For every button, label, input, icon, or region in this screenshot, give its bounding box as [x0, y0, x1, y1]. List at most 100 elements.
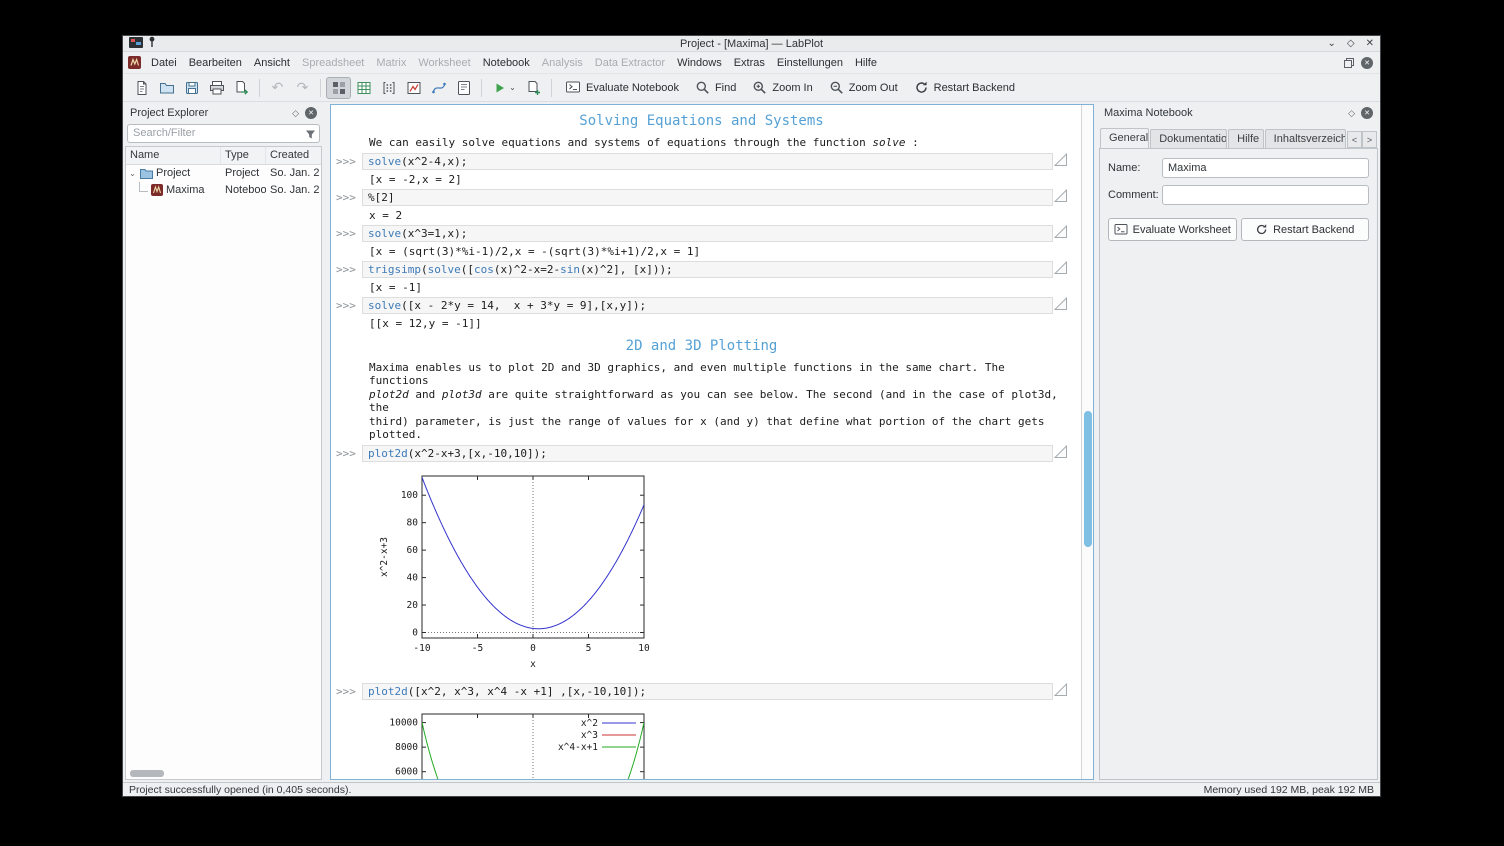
- toggle-project-explorer-button[interactable]: [326, 76, 351, 99]
- restart-backend-button[interactable]: Restart Backend: [1240, 218, 1369, 241]
- command-cell[interactable]: >>> trigsimp(solve([cos(x)^2-x=2-sin(x)^…: [336, 260, 1067, 278]
- find-button[interactable]: Find: [687, 77, 744, 98]
- svg-text:100: 100: [401, 490, 418, 501]
- horizontal-scrollbar-thumb[interactable]: [130, 770, 164, 777]
- tree-branch-line: [139, 182, 148, 192]
- tab-dokumentation[interactable]: Dokumentation: [1150, 129, 1228, 148]
- properties-title: Maxima Notebook: [1104, 107, 1193, 119]
- prompt: >>>: [336, 154, 356, 168]
- prompt: >>>: [336, 446, 356, 460]
- tree-row-maxima[interactable]: Maxima Notebook So. Jan. 2 18:: [126, 182, 321, 199]
- command-cell[interactable]: >>> solve([x - 2*y = 14, x + 3*y = 9],[x…: [336, 296, 1067, 314]
- svg-text:10: 10: [638, 643, 650, 654]
- fold-marker-icon[interactable]: [1053, 682, 1067, 696]
- prompt: >>>: [336, 262, 356, 276]
- run-dropdown-button[interactable]: ⌄: [487, 77, 521, 99]
- fold-marker-icon[interactable]: [1053, 260, 1067, 274]
- subwindow-restore-icon[interactable]: [1343, 57, 1355, 69]
- export-button[interactable]: [229, 77, 254, 99]
- svg-text:x^2: x^2: [581, 718, 598, 729]
- float-panel-icon[interactable]: ◇: [1348, 108, 1355, 119]
- command-cell[interactable]: >>> solve(x^3=1,x);: [336, 224, 1067, 242]
- tree-row-project[interactable]: ⌄ Project Project So. Jan. 2 18:: [126, 165, 321, 182]
- notebook-scrollbar[interactable]: [1081, 105, 1093, 779]
- tab-general[interactable]: General: [1100, 128, 1150, 148]
- pin-icon[interactable]: [148, 35, 156, 53]
- close-panel-icon[interactable]: ✕: [305, 107, 317, 119]
- toolbar-separator: [259, 78, 260, 97]
- svg-text:60: 60: [407, 545, 419, 556]
- menu-analysis: Analysis: [541, 56, 583, 69]
- notebook-heading-solving: Solving Equations and Systems: [579, 113, 824, 129]
- zoom-out-button[interactable]: Zoom Out: [821, 77, 906, 98]
- menu-extras[interactable]: Extras: [728, 54, 771, 72]
- new-notebook-button[interactable]: [451, 77, 476, 99]
- minimize-button[interactable]: ⌄: [1328, 38, 1336, 49]
- command-cell[interactable]: >>> plot2d(x^2-x+3,[x,-10,10]);: [336, 444, 1067, 462]
- subwindow-close-icon[interactable]: ✕: [1361, 56, 1373, 69]
- menu-einstellungen[interactable]: Einstellungen: [771, 54, 849, 72]
- fold-marker-icon[interactable]: [1053, 152, 1067, 166]
- search-input[interactable]: [127, 123, 320, 143]
- command-input[interactable]: trigsimp(solve([cos(x)^2-x=2-sin(x)^2], …: [362, 260, 1053, 278]
- fold-marker-icon[interactable]: [1053, 224, 1067, 238]
- maximize-button[interactable]: ◇: [1347, 38, 1355, 49]
- column-header-name[interactable]: Name: [126, 146, 221, 164]
- name-field[interactable]: [1162, 158, 1369, 178]
- new-spreadsheet-button[interactable]: [351, 77, 376, 99]
- float-panel-icon[interactable]: ◇: [292, 108, 299, 119]
- menu-hilfe[interactable]: Hilfe: [849, 54, 883, 72]
- print-button[interactable]: [204, 77, 229, 99]
- restart-backend-button[interactable]: Restart Backend: [906, 77, 1023, 98]
- evaluate-worksheet-button[interactable]: Evaluate Worksheet: [1108, 218, 1237, 241]
- command-input[interactable]: solve([x - 2*y = 14, x + 3*y = 9],[x,y])…: [362, 296, 1053, 314]
- comment-field[interactable]: [1162, 185, 1369, 205]
- command-input[interactable]: solve(x^3=1,x);: [362, 224, 1053, 242]
- tree-expander-icon[interactable]: ⌄: [128, 169, 137, 178]
- add-notebook-button[interactable]: [521, 77, 546, 99]
- column-header-created[interactable]: Created: [266, 147, 321, 164]
- zoom-in-button[interactable]: Zoom In: [744, 77, 820, 98]
- evaluate-notebook-button[interactable]: Evaluate Notebook: [557, 77, 687, 98]
- close-button[interactable]: ✕: [1366, 38, 1374, 49]
- new-matrix-button[interactable]: [376, 77, 401, 99]
- tab-scroll-left-button[interactable]: <: [1347, 131, 1362, 148]
- command-cell[interactable]: >>> plot2d([x^2, x^3, x^4 -x +1] ,[x,-10…: [336, 682, 1067, 700]
- project-tree: Name Type Created ⌄ Project Project So. …: [125, 145, 322, 780]
- menu-ansicht[interactable]: Ansicht: [248, 54, 296, 72]
- notebook-scrollbar-thumb[interactable]: [1084, 411, 1092, 547]
- svg-text:x^4-x+1: x^4-x+1: [558, 742, 598, 753]
- chevron-down-icon: ⌄: [509, 83, 516, 92]
- command-cell[interactable]: >>> solve(x^2-4,x);: [336, 152, 1067, 170]
- command-input[interactable]: %[2]: [362, 188, 1053, 206]
- titlebar[interactable]: Project - [Maxima] — LabPlot ⌄ ◇ ✕: [123, 36, 1380, 52]
- menu-bearbeiten[interactable]: Bearbeiten: [183, 54, 248, 72]
- command-input[interactable]: solve(x^2-4,x);: [362, 152, 1053, 170]
- redo-button: ↷: [296, 79, 309, 95]
- new-worksheet-button[interactable]: [401, 77, 426, 99]
- tab-hilfe[interactable]: Hilfe: [1228, 129, 1264, 148]
- fold-marker-icon[interactable]: [1053, 188, 1067, 202]
- menu-notebook[interactable]: Notebook: [477, 54, 536, 72]
- command-cell[interactable]: >>> %[2]: [336, 188, 1067, 206]
- fold-marker-icon[interactable]: [1053, 296, 1067, 310]
- restart-icon: [915, 81, 927, 93]
- properties-panel: Maxima Notebook ◇ ✕ General Dokumentatio…: [1099, 104, 1378, 780]
- column-header-type[interactable]: Type: [221, 146, 266, 164]
- command-input[interactable]: plot2d(x^2-x+3,[x,-10,10]);: [362, 444, 1053, 462]
- close-panel-icon[interactable]: ✕: [1361, 107, 1373, 119]
- svg-text:0: 0: [412, 627, 418, 638]
- menu-datei[interactable]: Datei: [145, 54, 183, 72]
- name-label: Name:: [1108, 162, 1141, 174]
- tab-inhaltsverzeichnis[interactable]: Inhaltsverzeichn: [1264, 129, 1346, 148]
- fold-marker-icon[interactable]: [1053, 444, 1067, 458]
- filter-icon[interactable]: [305, 127, 316, 145]
- tab-scroll-right-button[interactable]: >: [1362, 131, 1377, 148]
- new-project-button[interactable]: [129, 77, 154, 99]
- open-project-button[interactable]: [154, 77, 179, 99]
- menu-windows[interactable]: Windows: [671, 54, 728, 72]
- labplot-window: Project - [Maxima] — LabPlot ⌄ ◇ ✕ Datei…: [123, 36, 1380, 796]
- new-xy-plot-button[interactable]: [426, 77, 451, 99]
- save-project-button[interactable]: [179, 77, 204, 99]
- command-input[interactable]: plot2d([x^2, x^3, x^4 -x +1] ,[x,-10,10]…: [362, 682, 1053, 700]
